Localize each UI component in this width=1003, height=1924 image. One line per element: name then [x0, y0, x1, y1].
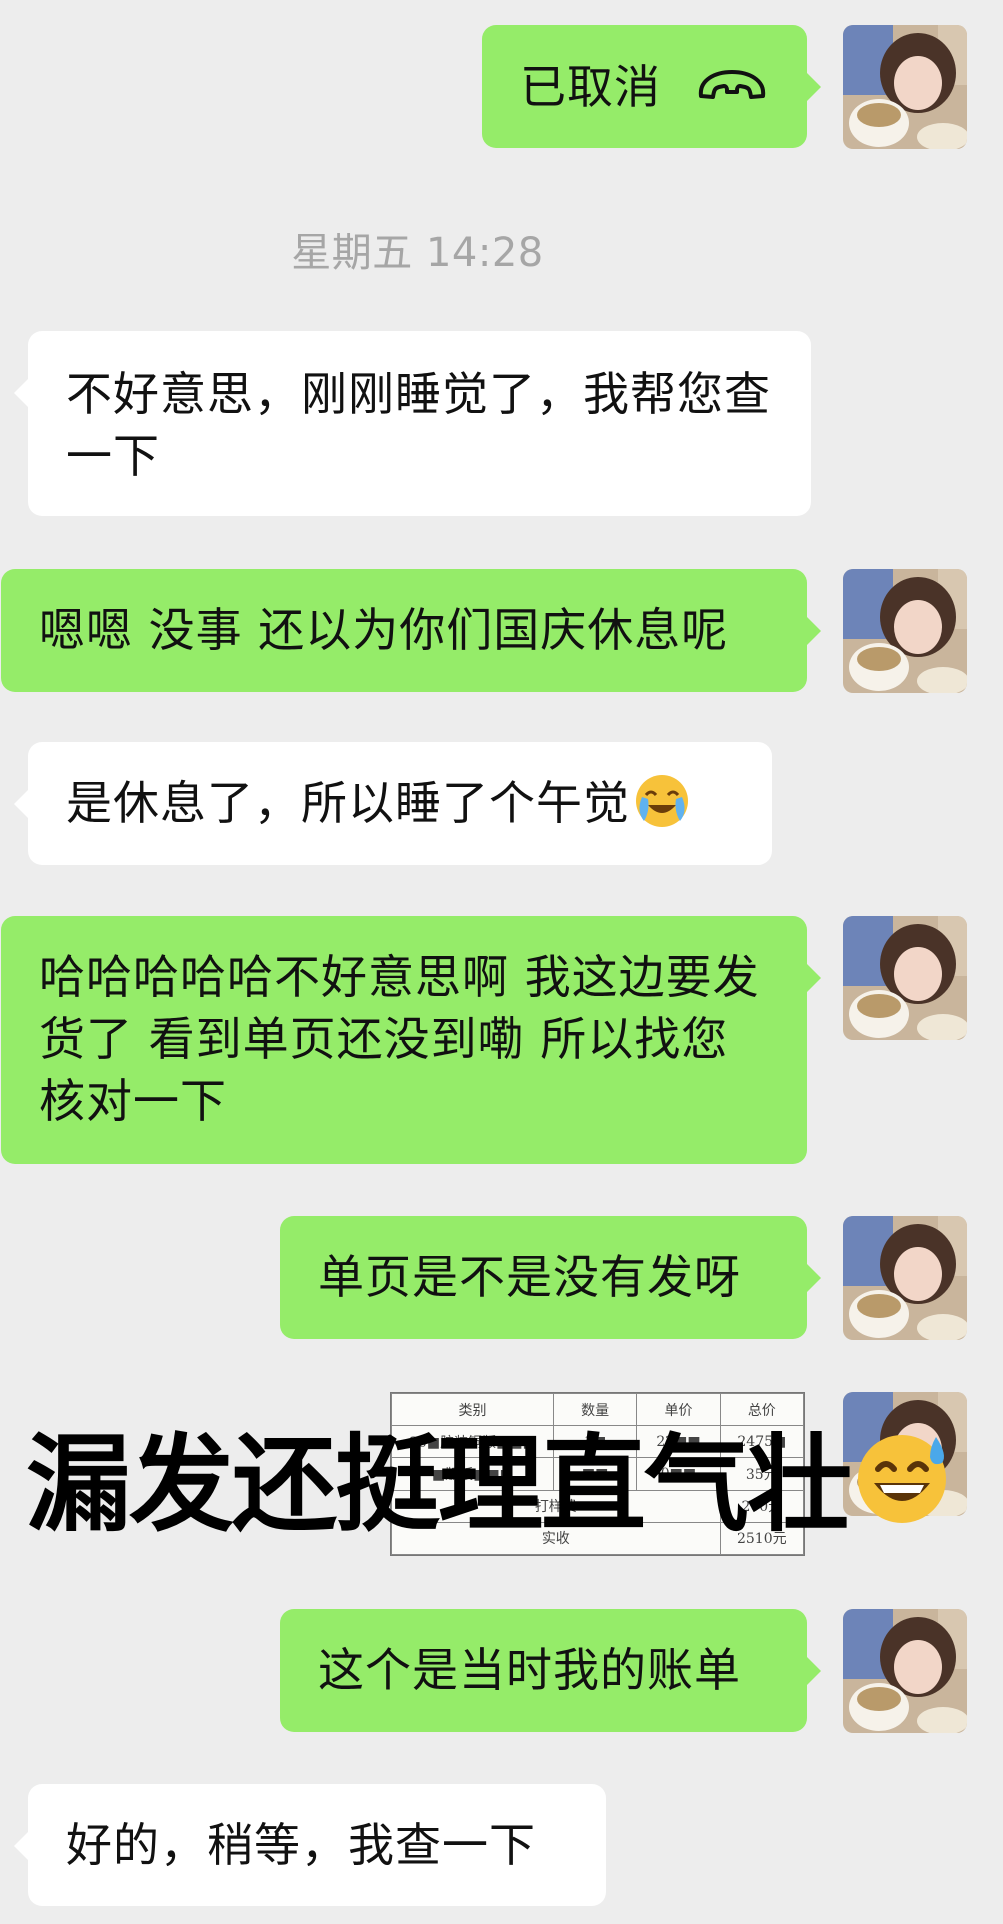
message-text: 好的，稍等，我查一下	[66, 1818, 536, 1872]
my-avatar[interactable]	[843, 25, 967, 149]
message-text: 单页是不是没有发呀	[318, 1250, 741, 1304]
sent-message-bubble[interactable]: 单页是不是没有发呀	[280, 1216, 821, 1339]
overlay-caption-text: 漏发还挺理直气壮	[26, 1424, 852, 1546]
message-text: 哈哈哈哈哈不好意思啊 我这边要发货了 看到单页还没到嘞 所以找您核对一下	[39, 950, 760, 1128]
message-text: 嗯嗯 没事 还以为你们国庆休息呢	[39, 603, 729, 657]
sent-message-bubble[interactable]: 哈哈哈哈哈不好意思啊 我这边要发货了 看到单页还没到嘞 所以找您核对一下	[1, 916, 821, 1164]
chat-area: 已取消 星期五 14:28 不好意思，刚刚睡觉了，我帮您查一下 嗯嗯 没事 还以…	[0, 0, 1003, 1924]
avatar-photo	[843, 1216, 967, 1340]
avatar-photo	[843, 569, 967, 693]
phone-hangup-icon	[698, 70, 766, 99]
avatar-photo	[843, 25, 967, 149]
grinning-sweat-icon	[858, 1435, 947, 1523]
my-avatar[interactable]	[843, 1609, 967, 1733]
call-cancelled-bubble[interactable]: 已取消	[482, 25, 821, 148]
message-text: 这个是当时我的账单	[318, 1643, 741, 1697]
avatar-photo	[843, 916, 967, 1040]
my-avatar[interactable]	[843, 569, 967, 693]
call-status-label: 已取消	[520, 60, 661, 114]
received-message-bubble[interactable]: 不好意思，刚刚睡觉了，我帮您查一下	[14, 331, 811, 516]
my-avatar[interactable]	[843, 916, 967, 1040]
message-text: 不好意思，刚刚睡觉了，我帮您查一下	[66, 367, 771, 483]
received-message-bubble[interactable]: 好的，稍等，我查一下	[14, 1784, 606, 1906]
overlay-caption: 漏发还挺理直气壮	[26, 1406, 952, 1546]
message-text: 是休息了，所以睡了个午觉	[66, 776, 630, 830]
message-timestamp: 星期五 14:28	[291, 230, 544, 276]
received-message-bubble[interactable]: 是休息了，所以睡了个午觉	[14, 742, 772, 865]
my-avatar[interactable]	[843, 1216, 967, 1340]
sent-message-bubble[interactable]: 嗯嗯 没事 还以为你们国庆休息呢	[1, 569, 821, 692]
avatar-photo	[843, 1609, 967, 1733]
sent-message-bubble[interactable]: 这个是当时我的账单	[280, 1609, 821, 1732]
loudly-crying-laughing-icon	[636, 775, 688, 827]
